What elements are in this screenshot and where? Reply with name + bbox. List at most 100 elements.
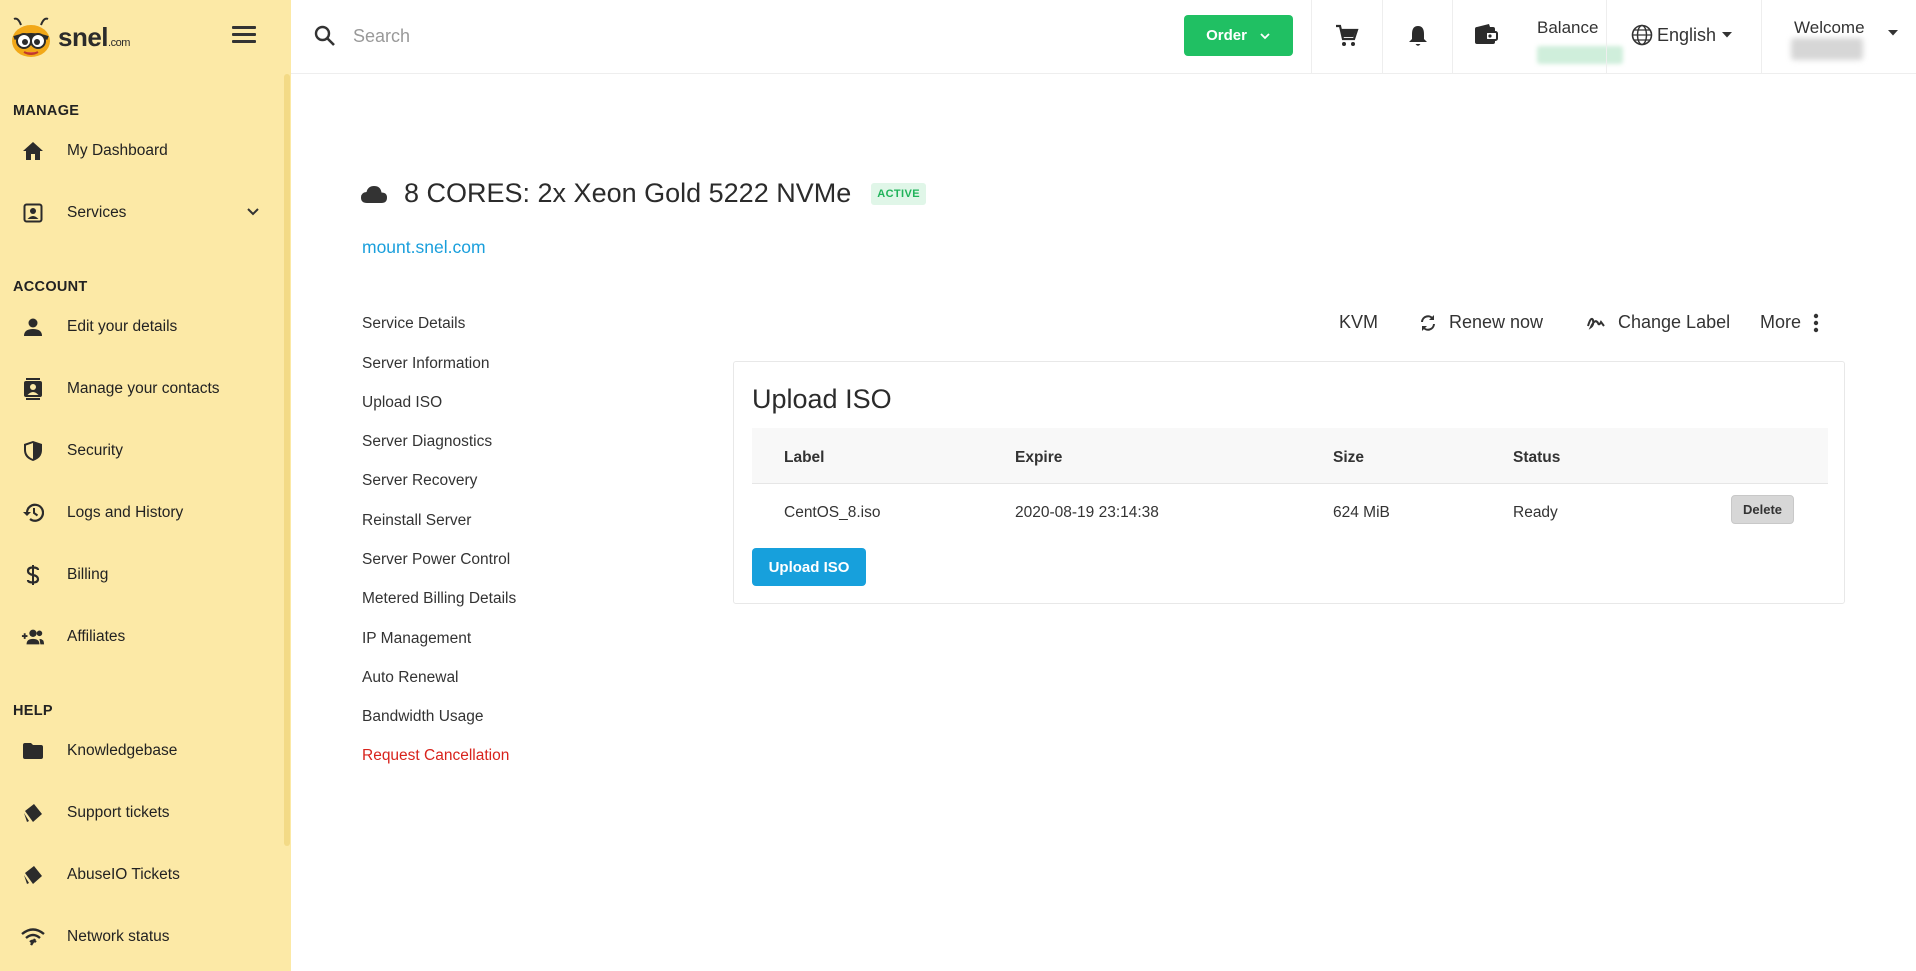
change-label-text: Change Label — [1618, 312, 1731, 332]
sidebar-item-knowledgebase[interactable]: Knowledgebase — [0, 728, 284, 774]
globe-icon — [1631, 24, 1653, 46]
divider — [1761, 0, 1762, 74]
sidebar-item-label: Edit your details — [67, 318, 178, 335]
sidebar-item-label: Knowledgebase — [67, 742, 178, 759]
language-label: English — [1657, 24, 1717, 45]
account-heading: ACCOUNT — [13, 279, 88, 295]
kvm-button[interactable]: KVM — [1339, 312, 1378, 333]
cart-icon[interactable] — [1334, 23, 1360, 49]
sidebar-item-label: Manage your contacts — [67, 380, 220, 397]
help-heading: HELP — [13, 703, 53, 719]
card-title: Upload ISO — [752, 384, 892, 414]
sidebar-item-label: Support tickets — [67, 804, 170, 821]
sidebar-item-label: Network status — [67, 928, 170, 945]
submenu-server-power-control[interactable]: Server Power Control — [362, 551, 510, 569]
ticket-icon — [21, 801, 45, 825]
balance-widget[interactable]: Balance — [1474, 10, 1623, 66]
language-selector[interactable]: English — [1631, 24, 1734, 46]
contacts-icon — [21, 377, 45, 401]
services-icon — [21, 201, 45, 225]
caret-down-icon — [1888, 30, 1898, 36]
status-badge: ACTIVE — [871, 182, 926, 205]
refresh-icon — [1421, 314, 1435, 331]
brand-logo[interactable]: snel.com — [8, 12, 130, 62]
column-size: Size — [1333, 449, 1365, 466]
sidebar-item-support[interactable]: Support tickets — [0, 790, 284, 836]
iso-status-cell: Ready — [1513, 504, 1558, 521]
renew-now-button[interactable]: Renew now — [1419, 312, 1543, 333]
page-title: 8 CORES: 2x Xeon Gold 5222 NVMe — [404, 178, 852, 208]
sidebar-item-network[interactable]: Network status — [0, 914, 284, 960]
iso-label-cell: CentOS_8.iso — [784, 504, 881, 521]
divider — [1311, 0, 1312, 74]
sidebar-item-billing[interactable]: Billing — [0, 552, 284, 598]
user-menu[interactable]: Welcome — [1791, 16, 1906, 62]
sidebar-item-security[interactable]: Security — [0, 428, 284, 474]
brand-tld: .com — [108, 36, 130, 49]
table-header: Label Expire Size Status — [752, 428, 1828, 484]
balance-value-redacted — [1537, 46, 1623, 64]
column-label: Label — [784, 449, 825, 466]
delete-button[interactable]: Delete — [1731, 495, 1794, 524]
submenu-server-diagnostics[interactable]: Server Diagnostics — [362, 433, 492, 451]
submenu-bandwidth-usage[interactable]: Bandwidth Usage — [362, 708, 484, 726]
balance-label: Balance — [1537, 18, 1599, 37]
sidebar-item-services[interactable]: Services — [0, 190, 284, 236]
sidebar-item-label: Affiliates — [67, 628, 126, 645]
sidebar-item-edit-details[interactable]: Edit your details — [0, 304, 284, 350]
sidebar-item-dashboard[interactable]: My Dashboard — [0, 128, 284, 174]
more-actions-button[interactable]: More — [1760, 312, 1819, 333]
submenu-server-recovery[interactable]: Server Recovery — [362, 472, 477, 490]
sidebar-scrollbar[interactable] — [284, 74, 290, 846]
wallet-icon — [1474, 24, 1498, 51]
upload-iso-card: Upload ISO Label Expire Size Status Cent… — [733, 361, 1845, 604]
ticket-icon — [21, 863, 45, 887]
submenu-ip-management[interactable]: IP Management — [362, 630, 471, 648]
bell-icon[interactable] — [1405, 23, 1431, 49]
service-hostname-link[interactable]: mount.snel.com — [362, 237, 486, 258]
sidebar-item-label: My Dashboard — [67, 142, 168, 159]
submenu-metered-billing[interactable]: Metered Billing Details — [362, 590, 516, 608]
service-header: 8 CORES: 2x Xeon Gold 5222 NVMe ACTIVE — [360, 178, 926, 209]
person-icon — [21, 315, 45, 339]
submenu-upload-iso[interactable]: Upload ISO — [362, 394, 442, 412]
table-row: CentOS_8.iso 2020-08-19 23:14:38 624 MiB… — [752, 484, 1828, 538]
people-add-icon — [21, 625, 45, 649]
sidebar-item-logs[interactable]: Logs and History — [0, 490, 284, 536]
upload-iso-label: Upload ISO — [768, 558, 850, 576]
sidebar-item-abuseio[interactable]: AbuseIO Tickets — [0, 852, 284, 898]
order-button[interactable]: Order — [1184, 15, 1293, 56]
divider — [1382, 0, 1383, 74]
more-vertical-icon — [1813, 313, 1819, 332]
shield-icon — [21, 439, 45, 463]
sidebar-item-label: Services — [67, 204, 127, 221]
divider — [1452, 0, 1453, 74]
column-expire: Expire — [1015, 449, 1063, 466]
sidebar-item-label: Security — [67, 442, 123, 459]
manage-heading: MANAGE — [13, 103, 80, 119]
iso-expire-cell: 2020-08-19 23:14:38 — [1015, 504, 1159, 521]
signature-icon — [1587, 317, 1605, 330]
topbar: Order Balance English Welcome — [291, 0, 1916, 74]
search-input[interactable] — [353, 20, 1073, 52]
sidebar-item-label: Logs and History — [67, 504, 184, 521]
sidebar-item-affiliates[interactable]: Affiliates — [0, 614, 284, 660]
submenu-auto-renewal[interactable]: Auto Renewal — [362, 669, 459, 687]
history-icon — [21, 501, 45, 525]
submenu-server-information[interactable]: Server Information — [362, 355, 490, 373]
search-icon[interactable] — [313, 24, 337, 53]
submenu-service-details[interactable]: Service Details — [362, 315, 465, 333]
sidebar-item-contacts[interactable]: Manage your contacts — [0, 366, 284, 412]
welcome-label: Welcome — [1794, 18, 1865, 37]
chevron-down-icon[interactable] — [245, 203, 261, 224]
more-label: More — [1760, 312, 1802, 332]
change-label-button[interactable]: Change Label — [1586, 312, 1730, 333]
upload-iso-button[interactable]: Upload ISO — [752, 548, 866, 586]
bee-mascot-icon — [8, 14, 54, 60]
order-button-label: Order — [1206, 27, 1247, 44]
submenu-reinstall-server[interactable]: Reinstall Server — [362, 512, 471, 530]
menu-toggle-icon[interactable] — [232, 26, 256, 48]
brand-name: snel — [58, 21, 109, 52]
submenu-request-cancellation[interactable]: Request Cancellation — [362, 747, 509, 765]
renew-label: Renew now — [1449, 312, 1544, 332]
